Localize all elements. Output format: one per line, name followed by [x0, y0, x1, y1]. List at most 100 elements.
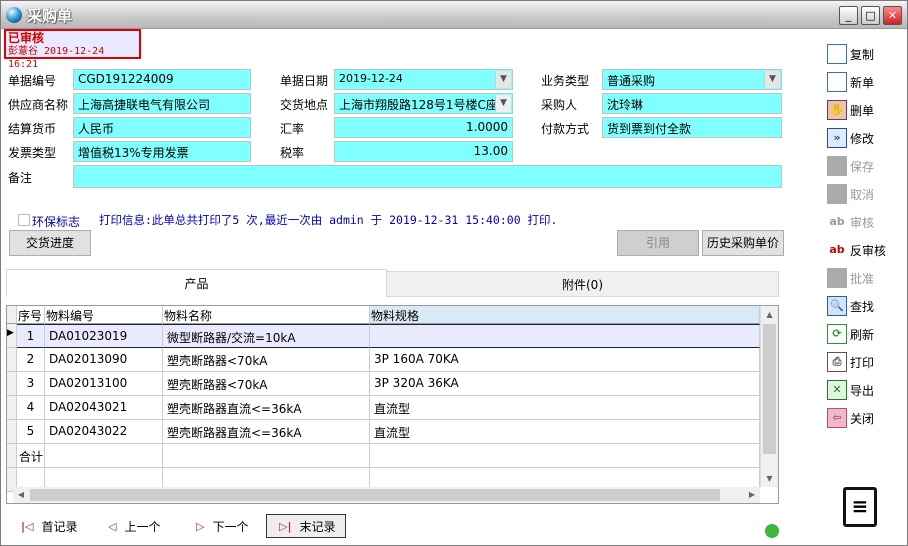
prev-record-icon: ◁: [108, 519, 117, 533]
maximize-button[interactable]: □: [861, 6, 880, 25]
first-record-label: 首记录: [41, 519, 78, 534]
cell-seq[interactable]: 4: [17, 396, 45, 420]
tab-products[interactable]: 产品: [6, 269, 387, 297]
doc-no-field[interactable]: CGD191224009: [73, 69, 251, 90]
buyer-label: 采购人: [541, 98, 578, 112]
scroll-up-icon[interactable]: ▲: [761, 306, 778, 323]
toolbar-2-button[interactable]: ✋ 删单: [827, 98, 874, 122]
toolbar-label: 取消: [850, 187, 875, 202]
close-button[interactable]: ✕: [883, 6, 902, 25]
column-header-code[interactable]: 物料编号: [45, 306, 163, 324]
quote-button[interactable]: 引用: [617, 230, 699, 256]
eco-flag-checkbox[interactable]: [18, 214, 30, 226]
biz-type-select[interactable]: 普通采购 ▼: [602, 69, 782, 90]
tab-attachments[interactable]: 附件(0): [386, 271, 779, 297]
toolbar-7-button[interactable]: ab 反审核: [827, 238, 886, 262]
column-header-seq[interactable]: 序号: [17, 306, 45, 324]
cell-name[interactable]: 塑壳断路器直流<=36kA: [163, 396, 370, 420]
toolbar-10-button[interactable]: ⟳ 刷新: [827, 322, 874, 346]
cell-name[interactable]: 塑壳断路器<70kA: [163, 348, 370, 372]
cell-code[interactable]: DA02043022: [45, 420, 163, 444]
vertical-scroll-thumb[interactable]: [763, 324, 776, 454]
last-record-icon: ▷|: [279, 519, 292, 533]
horizontal-scroll-thumb[interactable]: [30, 489, 720, 501]
cell-spec[interactable]: 直流型: [370, 420, 760, 444]
rate-field[interactable]: 1.0000: [334, 117, 513, 138]
chevron-down-icon[interactable]: ▼: [495, 71, 511, 88]
chevron-down-icon[interactable]: ▼: [764, 71, 780, 88]
buyer-field[interactable]: 沈玲琳: [602, 93, 782, 114]
column-header-name[interactable]: 物料名称: [163, 306, 370, 324]
delivery-progress-button[interactable]: 交货进度: [9, 230, 91, 256]
toolbar-11-button[interactable]: ⎙ 打印: [827, 350, 874, 374]
cell-name[interactable]: 微型断路器/交流=10kA: [163, 324, 370, 348]
first-record-icon: |◁: [21, 519, 34, 533]
total-label: 合计: [17, 444, 45, 468]
column-header-spec[interactable]: 物料规格: [370, 306, 760, 324]
cell-code[interactable]: DA02013090: [45, 348, 163, 372]
remark-label: 备注: [8, 171, 33, 185]
scroll-right-icon[interactable]: ▶: [744, 487, 760, 503]
rate-label: 汇率: [280, 122, 305, 136]
refresh-icon: ⟳: [827, 324, 847, 344]
cell-spec[interactable]: [370, 324, 760, 348]
remark-field[interactable]: [73, 165, 782, 188]
doc-date-label: 单据日期: [280, 74, 329, 88]
payment-label: 付款方式: [541, 122, 590, 136]
doc-date-field[interactable]: 2019-12-24 ▼: [334, 69, 513, 90]
auditor-line: 彭薏谷 2019-12-24 16:21: [8, 46, 105, 70]
cancel-icon: [827, 184, 847, 204]
history-price-button[interactable]: 历史采购单价: [702, 230, 784, 256]
chevron-down-icon[interactable]: ▼: [495, 95, 511, 112]
toolbar-5-button[interactable]: 取消: [827, 182, 874, 206]
cell-seq[interactable]: 1: [17, 324, 45, 348]
payment-field[interactable]: 货到票到付全款: [602, 117, 782, 138]
cell-spec[interactable]: 直流型: [370, 396, 760, 420]
cell-name[interactable]: 塑壳断路器<70kA: [163, 372, 370, 396]
toolbar-1-button[interactable]: 新单: [827, 70, 874, 94]
cell-name[interactable]: 塑壳断路器直流<=36kA: [163, 420, 370, 444]
cell-code[interactable]: DA02043021: [45, 396, 163, 420]
delivery-place-label: 交货地点: [280, 98, 329, 112]
toolbar-13-button[interactable]: ⇦ 关闭: [827, 406, 874, 430]
toolbar-4-button[interactable]: 保存: [827, 154, 874, 178]
minimize-button[interactable]: _: [839, 6, 858, 25]
toolbar-6-button[interactable]: ab 审核: [827, 210, 874, 234]
currency-label: 结算货币: [8, 122, 57, 136]
prev-record-button[interactable]: ◁ 上一个: [108, 514, 160, 538]
supplier-field[interactable]: 上海高捷联电气有限公司: [73, 93, 251, 114]
toolbar-12-button[interactable]: ✕ 导出: [827, 378, 874, 402]
cell-seq[interactable]: 3: [17, 372, 45, 396]
toolbar-3-button[interactable]: » 修改: [827, 126, 874, 150]
eco-flag-label: 环保标志: [32, 215, 81, 229]
toolbar-label: 导出: [850, 383, 875, 398]
cell-spec[interactable]: 3P 320A 36KA: [370, 372, 760, 396]
last-record-label: 末记录: [299, 519, 336, 534]
document-icon: [827, 44, 847, 64]
first-record-button[interactable]: |◁ 首记录: [21, 514, 78, 538]
cell-code: [45, 444, 163, 468]
last-record-button[interactable]: ▷| 末记录: [266, 514, 346, 538]
toolbar-8-button[interactable]: 批准: [827, 266, 874, 290]
cell-code[interactable]: DA01023019: [45, 324, 163, 348]
approve-icon: [827, 268, 847, 288]
tax-rate-field[interactable]: 13.00: [334, 141, 513, 162]
toolbar-9-button[interactable]: 🔍 查找: [827, 294, 874, 318]
horizontal-scrollbar[interactable]: ◀ ▶: [13, 487, 760, 503]
scroll-down-icon[interactable]: ▼: [761, 470, 778, 487]
toolbar-0-button[interactable]: 复制: [827, 42, 874, 66]
next-record-button[interactable]: ▷ 下一个: [196, 514, 248, 538]
next-record-label: 下一个: [212, 519, 249, 534]
cell-spec[interactable]: 3P 160A 70KA: [370, 348, 760, 372]
vertical-scrollbar[interactable]: ▲ ▼: [760, 306, 778, 487]
cell-seq[interactable]: 5: [17, 420, 45, 444]
currency-field[interactable]: 人民币: [73, 117, 251, 138]
delete-hand-icon: ✋: [827, 100, 847, 120]
cell-seq[interactable]: 2: [17, 348, 45, 372]
printer-icon: ⎙: [827, 352, 847, 372]
cell-code[interactable]: DA02013100: [45, 372, 163, 396]
scroll-left-icon[interactable]: ◀: [13, 487, 29, 503]
invoice-type-field[interactable]: 增值税13%专用发票: [73, 141, 251, 162]
audit-state: 已审核: [8, 31, 45, 45]
delivery-place-select[interactable]: 上海市翔殷路128号1号楼C座 ▼: [334, 93, 513, 114]
